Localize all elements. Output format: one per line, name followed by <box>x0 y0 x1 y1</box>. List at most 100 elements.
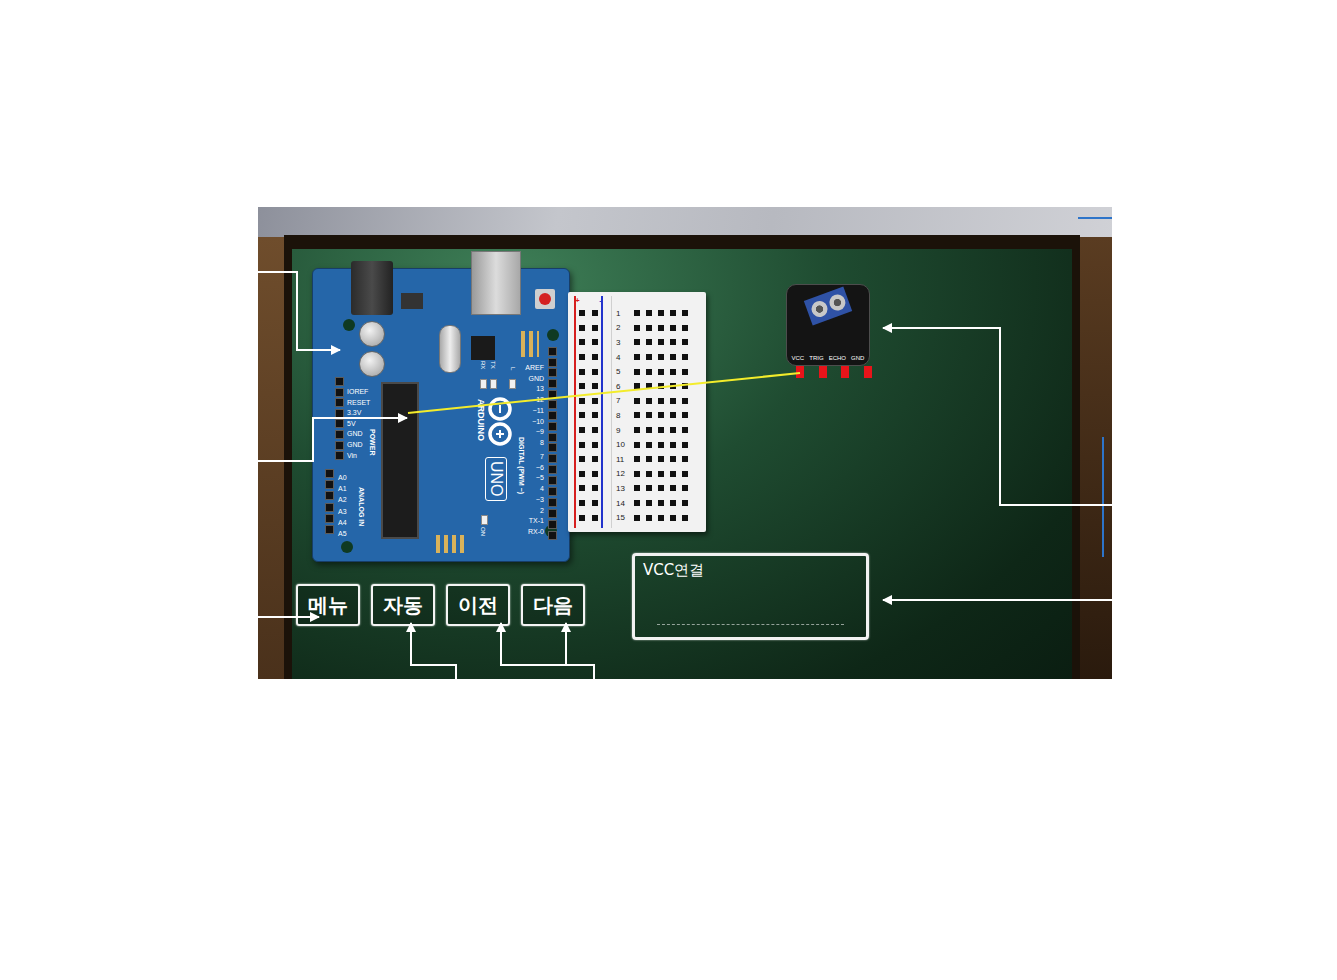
header-pin[interactable] <box>548 476 557 485</box>
breadboard-hole[interactable] <box>579 427 585 433</box>
breadboard-hole[interactable] <box>592 354 598 360</box>
breadboard-hole[interactable] <box>579 310 585 316</box>
breadboard-hole[interactable] <box>670 325 676 331</box>
header-pin[interactable] <box>548 347 557 356</box>
breadboard-hole[interactable] <box>682 485 688 491</box>
header-pin[interactable] <box>548 433 557 442</box>
control-button[interactable]: 메뉴 <box>296 584 360 626</box>
header-pin[interactable] <box>548 379 557 388</box>
jumper-wire[interactable] <box>408 373 800 413</box>
breadboard-hole[interactable] <box>592 325 598 331</box>
breadboard-hole[interactable] <box>592 456 598 462</box>
breadboard-hole[interactable] <box>579 456 585 462</box>
header-pin[interactable] <box>548 400 557 409</box>
breadboard-hole[interactable] <box>670 442 676 448</box>
breadboard-hole[interactable] <box>646 427 652 433</box>
breadboard-hole[interactable] <box>682 383 688 389</box>
control-button[interactable]: 자동 <box>371 584 435 626</box>
control-button[interactable]: 다음 <box>521 584 585 626</box>
breadboard-hole[interactable] <box>634 383 640 389</box>
header-pin[interactable] <box>548 390 557 399</box>
breadboard-hole[interactable] <box>634 456 640 462</box>
breadboard-hole[interactable] <box>646 369 652 375</box>
breadboard-hole[interactable] <box>579 339 585 345</box>
header-pin[interactable] <box>548 358 557 367</box>
breadboard-hole[interactable] <box>670 515 676 521</box>
breadboard-hole[interactable] <box>682 354 688 360</box>
breadboard-hole[interactable] <box>658 310 664 316</box>
breadboard-hole[interactable] <box>592 485 598 491</box>
breadboard-hole[interactable] <box>658 354 664 360</box>
breadboard-hole[interactable] <box>592 500 598 506</box>
breadboard-hole[interactable] <box>658 500 664 506</box>
breadboard-hole[interactable] <box>646 354 652 360</box>
breadboard-hole[interactable] <box>579 354 585 360</box>
breadboard-hole[interactable] <box>634 398 640 404</box>
breadboard-hole[interactable] <box>634 515 640 521</box>
breadboard-hole[interactable] <box>682 339 688 345</box>
breadboard-hole[interactable] <box>634 310 640 316</box>
breadboard-hole[interactable] <box>682 515 688 521</box>
breadboard-hole[interactable] <box>579 383 585 389</box>
breadboard-hole[interactable] <box>592 310 598 316</box>
header-pin[interactable] <box>335 398 344 407</box>
breadboard-hole[interactable] <box>592 412 598 418</box>
breadboard-hole[interactable] <box>634 325 640 331</box>
breadboard-hole[interactable] <box>579 485 585 491</box>
header-pin[interactable] <box>548 443 557 452</box>
breadboard-hole[interactable] <box>658 383 664 389</box>
sensor-pin[interactable] <box>864 366 872 378</box>
breadboard-hole[interactable] <box>682 442 688 448</box>
breadboard-hole[interactable] <box>658 325 664 331</box>
header-pin[interactable] <box>548 465 557 474</box>
arduino-board[interactable]: IOREFRESET3.3V5VGNDGNDVinPOWERA0A1A2A3A4… <box>312 268 570 562</box>
header-pin[interactable] <box>548 368 557 377</box>
breadboard-hole[interactable] <box>592 398 598 404</box>
breadboard-hole[interactable] <box>646 456 652 462</box>
breadboard-hole[interactable] <box>646 442 652 448</box>
breadboard-hole[interactable] <box>670 310 676 316</box>
breadboard-hole[interactable] <box>658 398 664 404</box>
breadboard-hole[interactable] <box>634 442 640 448</box>
breadboard-hole[interactable] <box>682 310 688 316</box>
breadboard-hole[interactable] <box>670 369 676 375</box>
breadboard-hole[interactable] <box>592 369 598 375</box>
breadboard-hole[interactable] <box>646 471 652 477</box>
sensor-pin[interactable] <box>796 366 804 378</box>
breadboard-hole[interactable] <box>579 515 585 521</box>
header-pin[interactable] <box>335 377 344 386</box>
breadboard[interactable]: +-123456789101112131415 <box>568 292 706 532</box>
breadboard-hole[interactable] <box>579 325 585 331</box>
breadboard-hole[interactable] <box>670 485 676 491</box>
header-pin[interactable] <box>325 514 334 523</box>
breadboard-hole[interactable] <box>658 427 664 433</box>
header-pin[interactable] <box>335 388 344 397</box>
breadboard-hole[interactable] <box>634 471 640 477</box>
breadboard-hole[interactable] <box>646 412 652 418</box>
breadboard-hole[interactable] <box>646 515 652 521</box>
header-pin[interactable] <box>548 498 557 507</box>
control-button[interactable]: 이전 <box>446 584 510 626</box>
breadboard-hole[interactable] <box>670 500 676 506</box>
breadboard-hole[interactable] <box>579 442 585 448</box>
breadboard-hole[interactable] <box>670 471 676 477</box>
breadboard-hole[interactable] <box>658 339 664 345</box>
breadboard-hole[interactable] <box>579 500 585 506</box>
breadboard-hole[interactable] <box>682 369 688 375</box>
header-pin[interactable] <box>335 419 344 428</box>
breadboard-hole[interactable] <box>658 471 664 477</box>
breadboard-hole[interactable] <box>646 398 652 404</box>
breadboard-hole[interactable] <box>670 339 676 345</box>
breadboard-hole[interactable] <box>682 412 688 418</box>
breadboard-hole[interactable] <box>670 383 676 389</box>
breadboard-hole[interactable] <box>634 427 640 433</box>
breadboard-hole[interactable] <box>634 339 640 345</box>
header-pin[interactable] <box>335 451 344 460</box>
header-pin[interactable] <box>325 469 334 478</box>
breadboard-hole[interactable] <box>634 354 640 360</box>
breadboard-hole[interactable] <box>646 500 652 506</box>
header-pin[interactable] <box>548 487 557 496</box>
breadboard-hole[interactable] <box>682 427 688 433</box>
breadboard-hole[interactable] <box>658 515 664 521</box>
breadboard-hole[interactable] <box>592 383 598 389</box>
